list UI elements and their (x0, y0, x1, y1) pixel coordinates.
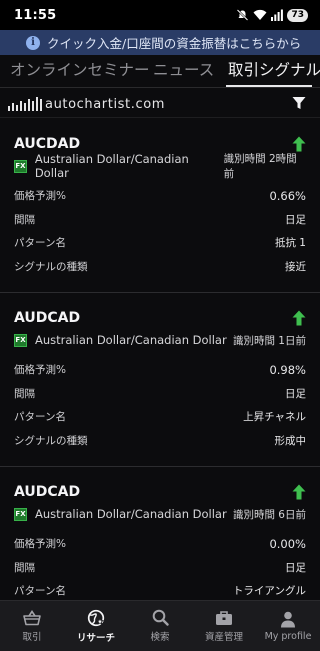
pair-name: Australian Dollar/Canadian Dollar (34, 152, 189, 180)
search-icon (152, 609, 169, 626)
up-arrow-icon (292, 310, 306, 326)
value-pattern: 上昇チャネル (243, 411, 306, 424)
value-forecast: 0.66% (269, 188, 306, 203)
value-forecast: 0.00% (269, 536, 306, 551)
row-interval: 間隔 日足 (14, 382, 306, 406)
identified-time: 識別時間 1日前 (232, 334, 306, 347)
row-pattern: パターン名 上昇チャネル (14, 405, 306, 429)
info-icon: i (26, 35, 40, 50)
value-signal-type: 形成中 (274, 434, 307, 447)
tab-online-seminar[interactable]: オンラインセミナー (10, 55, 150, 87)
signal-card[interactable]: AUDCAD FX Australian Dollar/Canadian Dol… (0, 467, 320, 600)
row-interval: 間隔 日足 (14, 208, 306, 232)
up-arrow-icon (292, 484, 306, 500)
banner-text: クイック入金/口座間の資金振替はこちらから (47, 36, 302, 51)
signal-symbol: AUDCAD (14, 484, 81, 500)
nav-research[interactable]: リサーチ (64, 601, 128, 651)
row-forecast: 価格予測% 0.98% (14, 358, 306, 382)
signal-symbol: AUDCAD (14, 310, 81, 326)
pair-name: Australian Dollar/Canadian Dollar (35, 507, 227, 521)
value-interval: 日足 (285, 561, 306, 574)
tab-news[interactable]: ニュース (153, 55, 214, 87)
signal-card[interactable]: AUDCAD FX Australian Dollar/Canadian Dol… (0, 293, 320, 467)
mute-icon (237, 9, 249, 21)
row-signal-type: シグナルの種類 接近 (14, 255, 306, 279)
brand-bar: autochartist.com (0, 88, 320, 118)
nav-label: 検索 (150, 632, 170, 643)
basket-icon (23, 609, 41, 625)
label-forecast: 価格予測% (14, 364, 66, 377)
label-pattern: パターン名 (14, 237, 66, 250)
nav-label: 資産管理 (204, 631, 243, 643)
label-interval: 間隔 (14, 561, 35, 574)
briefcase-icon (216, 610, 232, 625)
label-signal-type: シグナルの種類 (14, 260, 88, 273)
value-interval: 日足 (285, 387, 306, 400)
label-pattern: パターン名 (14, 585, 66, 598)
fx-badge: FX (14, 159, 27, 173)
label-forecast: 価格予測% (14, 190, 66, 203)
value-pattern: 抵抗 1 (274, 237, 306, 250)
label-interval: 間隔 (14, 387, 35, 400)
nav-trade[interactable]: 取引 (0, 601, 64, 651)
signal-symbol: AUCDAD (14, 136, 81, 152)
label-forecast: 価格予測% (14, 538, 66, 551)
status-time: 11:55 (14, 7, 57, 23)
nav-asset-management[interactable]: 資産管理 (192, 601, 256, 651)
nav-search[interactable]: 検索 (128, 601, 192, 651)
value-interval: 日足 (285, 213, 306, 226)
row-pattern: パターン名 トライアングル (14, 579, 306, 600)
row-signal-type: シグナルの種類 形成中 (14, 429, 306, 453)
nav-label: My profile (264, 630, 312, 642)
pair-name: Australian Dollar/Canadian Dollar (35, 333, 227, 347)
row-pattern: パターン名 抵抗 1 (14, 231, 306, 255)
identified-time: 識別時間 6日前 (232, 508, 306, 521)
label-interval: 間隔 (14, 213, 35, 226)
identified-time: 識別時間 2時間前 (223, 153, 297, 180)
tab-trading-signals[interactable]: 取引シグナル (228, 55, 320, 87)
label-signal-type: シグナルの種類 (14, 434, 88, 447)
nav-label: リサーチ (76, 632, 115, 644)
row-interval: 間隔 日足 (14, 556, 306, 580)
globe-star-icon (87, 609, 105, 626)
row-forecast: 価格予測% 0.66% (14, 184, 306, 208)
fx-badge: FX (14, 507, 27, 521)
deposit-banner[interactable]: i クイック入金/口座間の資金振替はこちらから (0, 30, 320, 55)
active-tab-indicator (226, 85, 312, 87)
signal-icon (271, 9, 284, 21)
value-forecast: 0.98% (269, 362, 306, 377)
bottom-nav: 取引 リサーチ 検索 資産管理 My profile (0, 600, 320, 651)
row-forecast: 価格予測% 0.00% (14, 532, 306, 556)
tab-bar: オンラインセミナー ニュース 取引シグナル (0, 55, 320, 88)
logo-bars-icon (8, 95, 42, 111)
brand-name: autochartist.com (45, 96, 166, 112)
wifi-icon (253, 9, 267, 20)
nav-label: 取引 (22, 631, 42, 643)
value-signal-type: 接近 (285, 260, 306, 273)
label-pattern: パターン名 (14, 411, 66, 424)
fx-badge: FX (14, 333, 27, 347)
signal-list[interactable]: AUCDAD FX Australian Dollar/Canadian Dol… (0, 119, 320, 600)
status-icons: 73 (236, 8, 308, 22)
autochartist-logo: autochartist.com (8, 95, 165, 111)
person-icon (281, 611, 295, 627)
signal-card[interactable]: AUCDAD FX Australian Dollar/Canadian Dol… (0, 119, 320, 293)
up-arrow-icon (292, 136, 306, 152)
status-bar: 11:55 73 (0, 0, 320, 30)
battery-icon: 73 (287, 8, 308, 22)
value-pattern: トライアングル (232, 585, 306, 598)
nav-my-profile[interactable]: My profile (256, 601, 320, 651)
filter-icon[interactable] (292, 96, 306, 110)
